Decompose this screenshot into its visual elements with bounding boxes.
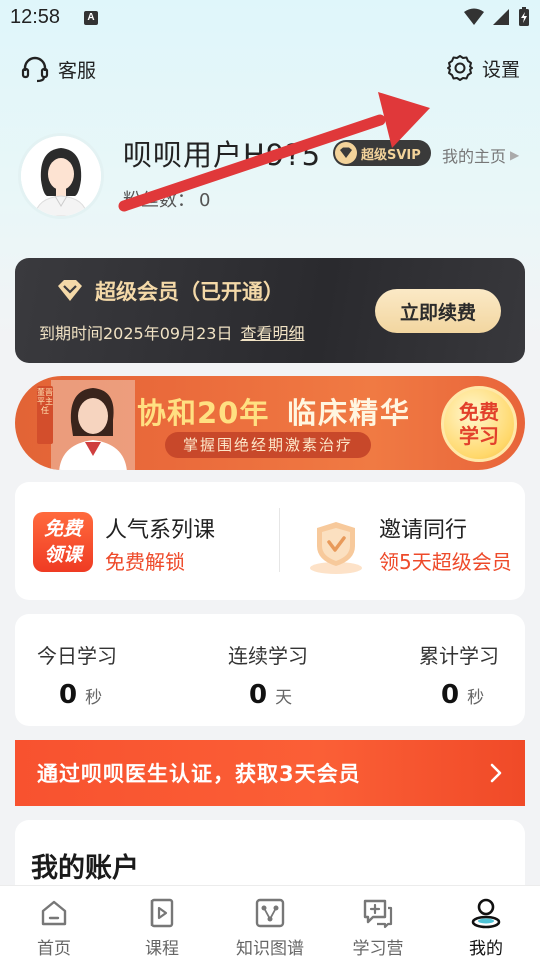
stat-today-number: 0 — [59, 680, 78, 710]
status-time: 12:58 — [10, 6, 61, 28]
avatar-image — [21, 136, 101, 216]
tab-knowledge-graph-label: 知识图谱 — [236, 939, 304, 959]
fans-label: 粉丝数： — [123, 190, 195, 211]
svip-badge[interactable]: 超级SVIP — [333, 140, 431, 166]
feature-invite-subtitle[interactable]: 领5天超级会员 — [379, 546, 512, 575]
study-camp-icon — [363, 899, 393, 929]
stat-total-value: 0秒 — [441, 680, 484, 710]
tab-home-label: 首页 — [37, 939, 71, 959]
username: 呗呗用户H9?5 — [123, 138, 322, 172]
doctor-portrait — [51, 380, 135, 470]
promo-banner[interactable]: 董晋平主任 协和20年 临床精华 掌握围绝经期激素治疗 免费 学习 — [15, 376, 525, 470]
tab-study-camp[interactable]: 学习营 — [324, 886, 432, 960]
tab-profile[interactable]: 我的 — [432, 886, 540, 960]
chevron-right-icon — [490, 763, 502, 783]
stat-total-number: 0 — [441, 680, 460, 710]
vip-card[interactable]: 超级会员（已开通） 到期时间2025年09月23日 查看明细 立即续费 — [15, 258, 525, 363]
tab-course-label: 课程 — [145, 939, 179, 959]
stat-streak-value: 0天 — [249, 680, 292, 710]
stat-today-label: 今日学习 — [37, 644, 117, 668]
chevron-right-icon: ▶ — [510, 148, 520, 162]
battery-icon — [519, 7, 529, 26]
headset-icon — [21, 56, 49, 83]
customer-service-label: 客服 — [58, 59, 97, 82]
status-icons — [464, 7, 530, 27]
study-stats: 今日学习 0秒 连续学习 0天 累计学习 0秒 — [15, 614, 525, 726]
renew-button[interactable]: 立即续费 — [375, 289, 501, 333]
tab-course[interactable]: 课程 — [108, 886, 216, 960]
course-icon — [150, 898, 174, 928]
settings-label: 设置 — [481, 58, 520, 81]
stat-streak-label: 连续学习 — [228, 644, 308, 668]
banner-title-part2: 临床精华 — [287, 396, 412, 430]
home-icon — [41, 900, 67, 926]
tab-profile-label: 我的 — [469, 939, 503, 959]
account-title: 我的账户 — [31, 853, 139, 884]
settings-button[interactable]: 设置 — [446, 54, 520, 82]
feature-divider — [279, 508, 280, 572]
signal-icon — [493, 9, 509, 25]
badge-line1: 免费 — [459, 400, 499, 424]
stat-today-unit: 秒 — [85, 688, 103, 708]
free-study-badge[interactable]: 免费 学习 — [441, 386, 517, 462]
stat-total-unit: 秒 — [467, 688, 485, 708]
gear-icon — [446, 55, 473, 81]
fans-count: 粉丝数： 0 — [123, 186, 210, 212]
free-course-icon-line1: 免费 — [43, 518, 82, 540]
customer-service-button[interactable]: 客服 — [20, 54, 96, 84]
tab-study-camp-label: 学习营 — [352, 939, 404, 959]
tab-home[interactable]: 首页 — [0, 886, 108, 960]
feature-invite-title[interactable]: 邀请同行 — [379, 512, 467, 544]
vip-expire-text: 到期时间2025年09月23日 — [39, 324, 233, 343]
free-course-icon-line2: 领课 — [43, 544, 82, 566]
svip-label: 超级SVIP — [361, 147, 421, 163]
tab-knowledge-graph[interactable]: 知识图谱 — [216, 886, 324, 960]
stat-streak-unit: 天 — [275, 688, 293, 708]
profile-icon — [471, 898, 501, 929]
banner-title-part1: 协和20年 — [137, 396, 270, 430]
avatar[interactable] — [18, 133, 104, 219]
doctor-tag: 董晋平主任 — [37, 386, 53, 444]
feature-panel: 免费 领课 人气系列课 免费解锁 邀请同行 领5天超级会员 — [15, 482, 525, 600]
vip-title-text: 超级会员（已开通） — [95, 280, 284, 304]
doctor-certification-bar[interactable]: 通过呗呗医生认证，获取3天会员 — [15, 740, 525, 806]
invite-shield-icon[interactable] — [305, 516, 367, 576]
bottom-tab-bar: 首页 课程 知识图谱 学习营 我的 — [0, 885, 540, 960]
stat-today-value: 0秒 — [59, 680, 102, 710]
vip-diamond-icon — [58, 280, 82, 301]
wifi-icon — [464, 8, 484, 25]
vip-expire: 到期时间2025年09月23日 查看明细 — [39, 320, 304, 344]
feature-popular-course-subtitle[interactable]: 免费解锁 — [105, 546, 185, 575]
diamond-icon — [335, 142, 357, 164]
cert-text: 通过呗呗医生认证，获取3天会员 — [37, 762, 361, 786]
homepage-link[interactable]: 我的主页 ▶ — [442, 143, 519, 167]
stat-total-label: 累计学习 — [419, 644, 499, 668]
feature-popular-course-title[interactable]: 人气系列课 — [105, 512, 215, 544]
vip-detail-link[interactable]: 查看明细 — [240, 324, 304, 343]
badge-line2: 学习 — [459, 424, 499, 448]
stat-streak-number: 0 — [249, 680, 268, 710]
knowledge-graph-icon — [255, 898, 285, 928]
app-notification-icon: A — [84, 11, 98, 25]
homepage-label: 我的主页 — [442, 147, 507, 166]
banner-subtitle: 掌握围绝经期激素治疗 — [165, 432, 372, 458]
free-course-icon[interactable]: 免费 领课 — [33, 512, 93, 572]
vip-title: 超级会员（已开通） — [55, 276, 284, 306]
fans-value: 0 — [199, 190, 211, 211]
